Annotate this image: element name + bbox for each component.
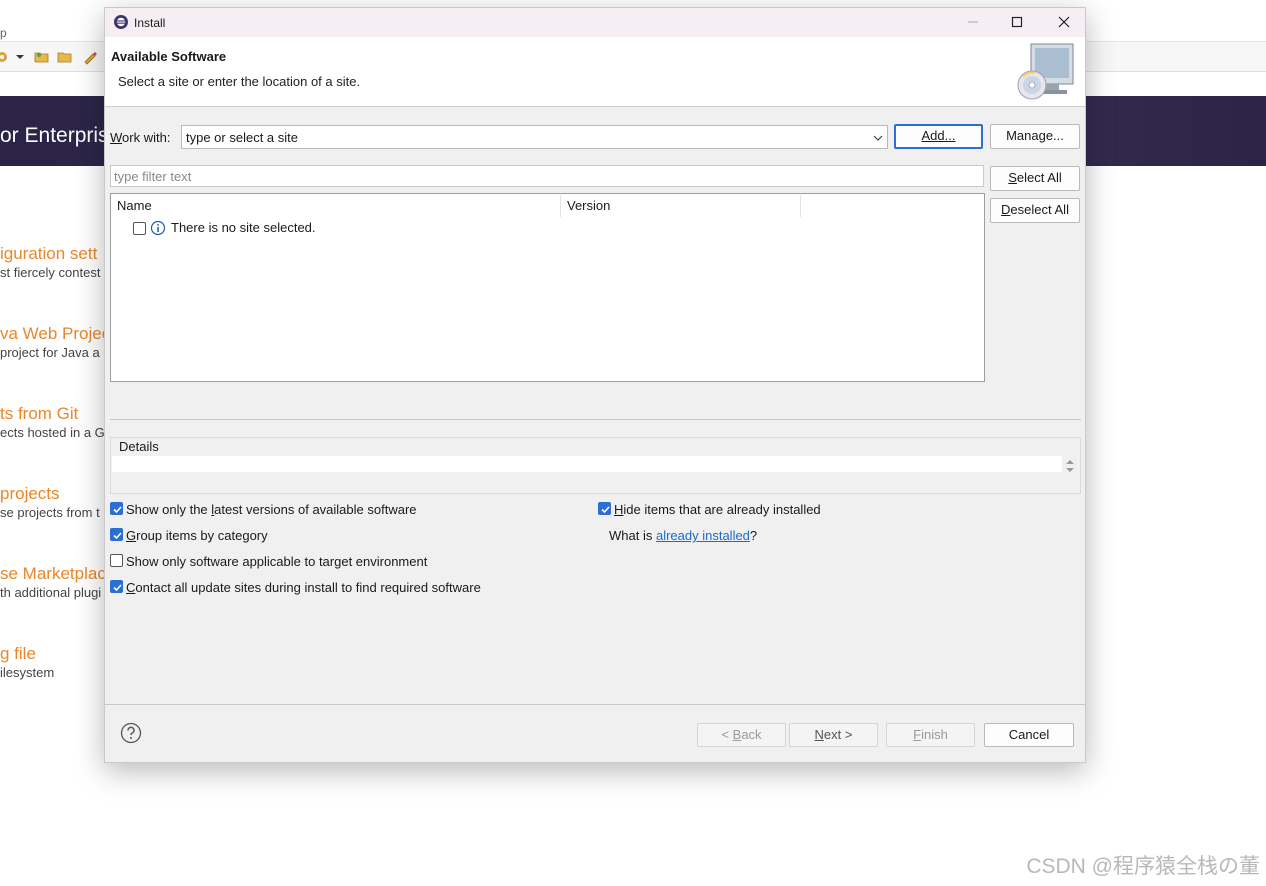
minimize-icon[interactable] [963,12,983,32]
hide-installed-checkbox[interactable] [598,502,611,515]
dialog-header: Available Software Select a site or ente… [105,37,1085,107]
details-group: Details [110,437,1081,494]
watermark: CSDN @程序猿全栈の董 [1026,855,1260,878]
gear-icon[interactable] [0,49,10,65]
banner-title: or Enterpris [0,124,104,147]
contact-update-sites-label: Contact all update sites during install … [126,580,481,595]
welcome-desc-5: th additional plugi [0,585,102,600]
next-button[interactable]: Next > [789,723,878,747]
cancel-button[interactable]: Cancel [984,723,1074,747]
chevron-down-icon[interactable] [872,132,884,144]
column-separator [560,195,561,217]
pencil-icon[interactable] [82,49,98,65]
filter-placeholder: type filter text [114,169,192,184]
close-icon[interactable] [1054,12,1074,32]
back-button[interactable]: < Back [697,723,786,747]
finish-button[interactable]: Finish [886,723,975,747]
eclipse-icon [114,15,128,29]
work-with-value: type or select a site [186,130,298,145]
footer-divider [105,704,1085,705]
install-dialog: Install Available Software Select a site… [104,7,1086,763]
welcome-desc-2: project for Java a [0,345,100,360]
section-divider [110,419,1081,420]
open-folder-icon[interactable] [34,49,50,65]
dialog-titlebar[interactable]: Install [105,8,1085,37]
help-icon[interactable] [120,722,142,744]
welcome-desc-4: se projects from t [0,505,100,520]
filter-input[interactable]: type filter text [110,165,984,187]
chevron-down-icon[interactable] [12,49,28,65]
page-title: Available Software [111,49,227,64]
contact-update-sites-checkbox[interactable] [110,580,123,593]
page-description: Select a site or enter the location of a… [118,74,361,89]
welcome-desc-1: st fiercely contest [0,265,101,280]
already-installed-text: What is already installed? [609,528,758,543]
details-label: Details [119,439,159,454]
welcome-link-3[interactable]: ts from Git [0,404,104,424]
folder-icon[interactable] [57,49,73,65]
welcome-link-5[interactable]: se Marketplac [0,564,104,584]
column-header-name[interactable]: Name [117,198,152,213]
install-wizard-graphic [1017,43,1074,100]
scroll-arrows-icon[interactable] [1064,457,1076,475]
table-row: There is no site selected. [171,220,316,235]
add-button[interactable]: Add... [894,124,983,149]
latest-versions-label: Show only the latest versions of availab… [126,502,417,517]
info-icon [150,220,166,236]
welcome-link-1[interactable]: iguration sett [0,244,104,264]
row-checkbox[interactable] [133,222,146,235]
latest-versions-checkbox[interactable] [110,502,123,515]
welcome-desc-3: ects hosted in a G [0,425,104,440]
already-installed-link[interactable]: already installed [656,528,750,543]
details-text-area[interactable] [112,456,1062,472]
target-environment-checkbox[interactable] [110,554,123,567]
welcome-link-4[interactable]: projects [0,484,104,504]
welcome-desc-6: ilesystem [0,665,55,680]
manage-button[interactable]: Manage... [990,124,1080,149]
welcome-link-2[interactable]: va Web Projec [0,324,104,344]
hide-installed-label: Hide items that are already installed [614,502,821,517]
target-environment-label: Show only software applicable to target … [126,554,428,569]
maximize-icon[interactable] [1007,12,1027,32]
welcome-link-6[interactable]: g file [0,644,104,664]
column-separator [800,195,801,217]
dialog-title: Install [134,16,166,30]
select-all-button[interactable]: Select All [990,166,1080,191]
column-header-version[interactable]: Version [567,198,610,213]
software-table[interactable]: Name Version There is no site selected. [110,193,985,382]
group-by-category-checkbox[interactable] [110,528,123,541]
menu-fragment[interactable]: p [0,26,7,40]
work-with-label: Work with: [110,130,171,145]
group-by-category-label: Group items by category [126,528,268,543]
work-with-combo[interactable]: type or select a site [181,125,888,149]
deselect-all-button[interactable]: Deselect All [990,198,1080,223]
